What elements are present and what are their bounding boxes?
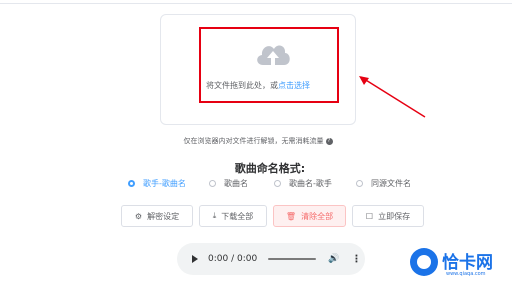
download-icon: ⤓ (212, 211, 217, 220)
top-divider (0, 3, 512, 4)
checkbox-icon: ☐ (365, 211, 374, 221)
save-now-button[interactable]: ☐ 立即保存 (352, 205, 424, 227)
play-icon[interactable] (192, 255, 198, 263)
decrypt-settings-button[interactable]: ⚙ 解密设定 (121, 205, 193, 227)
radio-artist-title[interactable]: 歌手-歌曲名 (128, 178, 186, 189)
radio-original-filename[interactable]: 同源文件名 (356, 178, 411, 189)
gear-icon: ⚙ (134, 211, 143, 221)
trash-icon: 🗑 (285, 211, 297, 221)
audio-player: 0:00 / 0:00 🔊 ⋮ (177, 243, 365, 275)
player-time: 0:00 / 0:00 (208, 254, 258, 264)
volume-icon[interactable]: 🔊 (328, 254, 339, 264)
seek-bar[interactable] (268, 258, 317, 260)
watermark-circle-icon (410, 248, 438, 276)
download-all-button[interactable]: ⤓ 下载全部 (199, 205, 267, 227)
annotation-arrow (359, 76, 426, 118)
more-options-icon[interactable]: ⋮ (351, 254, 361, 265)
radio-indicator[interactable] (128, 180, 135, 187)
naming-format-title: 歌曲命名格式: (234, 162, 306, 175)
naming-format-radio-group: 歌手-歌曲名 歌曲名 歌曲名-歌手 同源文件名 (0, 178, 512, 190)
annotation-box (199, 27, 339, 103)
local-processing-note: 仅在浏览器内对文件进行解锁，无需消耗流量? (160, 136, 356, 146)
radio-title-artist[interactable]: 歌曲名-歌手 (274, 178, 332, 189)
radio-title[interactable]: 歌曲名 (209, 178, 248, 189)
watermark-logo: 恰卡网 www.qiaqa.com (410, 246, 508, 284)
watermark-brand: 恰卡网 (442, 253, 493, 273)
radio-indicator[interactable] (356, 180, 363, 187)
question-circle-icon[interactable]: ? (325, 137, 333, 145)
clear-all-button[interactable]: 🗑 清除全部 (273, 205, 346, 227)
watermark-url: www.qiaqa.com (446, 271, 486, 277)
radio-indicator[interactable] (274, 180, 281, 187)
radio-indicator[interactable] (209, 180, 216, 187)
